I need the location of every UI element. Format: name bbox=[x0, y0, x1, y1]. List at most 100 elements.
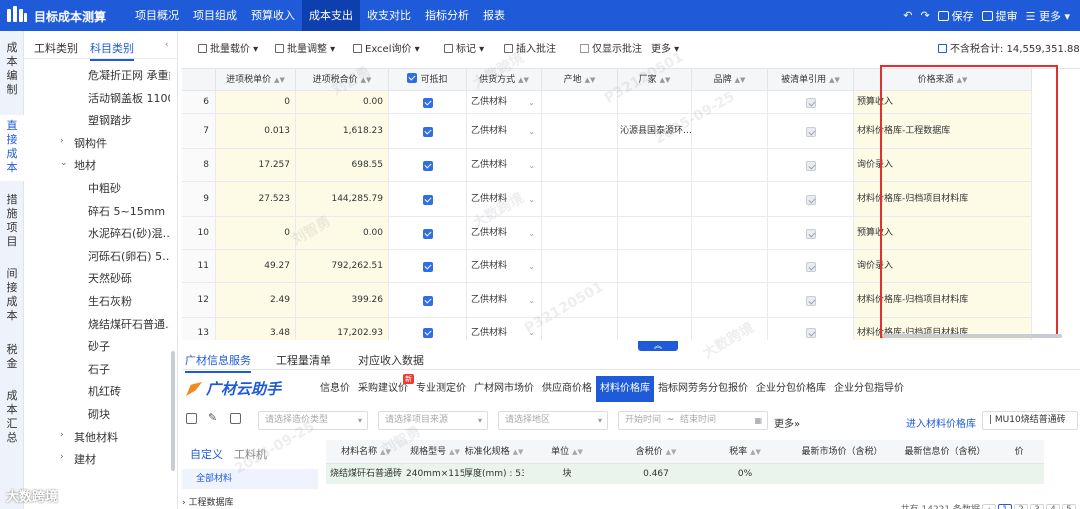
grid-cell-total-tax[interactable]: 144,285.79 bbox=[296, 182, 389, 217]
tab-income-data[interactable]: 对应收入数据 bbox=[358, 352, 424, 368]
material-header-cell[interactable]: 最新信息价（含税） bbox=[896, 440, 994, 464]
grid-cell-total-tax[interactable]: 698.55 bbox=[296, 149, 389, 182]
dropdown-arrow-icon[interactable]: ⌄ bbox=[528, 114, 535, 148]
tree-node[interactable]: 烧结煤矸石普通… bbox=[88, 316, 170, 332]
sort-icon[interactable]: ▲▼ bbox=[666, 448, 677, 456]
sort-icon[interactable]: ▲▼ bbox=[735, 69, 746, 90]
batch-price-button[interactable]: 批量载价 ▾ bbox=[198, 40, 258, 55]
dropdown-arrow-icon[interactable]: ⌄ bbox=[528, 283, 535, 317]
grid-header-cell[interactable]: 供货方式 ▲▼ bbox=[467, 69, 542, 91]
sort-icon[interactable]: ▲▼ bbox=[829, 69, 840, 90]
sort-icon[interactable]: ▲▼ bbox=[274, 69, 285, 90]
grid-cell-maker[interactable] bbox=[618, 182, 692, 217]
tree-scrollbar[interactable] bbox=[171, 351, 175, 471]
grid-cell-deductible[interactable] bbox=[389, 91, 467, 114]
grid-header-cell[interactable]: 进项税单价 ▲▼ bbox=[216, 69, 296, 91]
source-tab[interactable]: 广材网市场价 bbox=[470, 376, 538, 402]
grid-header-cell[interactable]: 产地 ▲▼ bbox=[542, 69, 618, 91]
dropdown-arrow-icon[interactable]: ⌄ bbox=[528, 182, 535, 216]
tree-node[interactable]: 碎石 5~15mm bbox=[88, 203, 170, 219]
row-checkbox[interactable] bbox=[423, 262, 433, 272]
tree-node[interactable]: 河砾石(卵石) 5… bbox=[88, 248, 170, 264]
material-cell[interactable] bbox=[896, 464, 994, 484]
excel-price-button[interactable]: Excel询价 ▾ bbox=[353, 40, 420, 55]
grid-cell-deductible[interactable] bbox=[389, 182, 467, 217]
engineering-db-item[interactable]: › 工程数据库 bbox=[182, 495, 233, 508]
rail-item-cost-compile[interactable]: 成本编制 bbox=[0, 41, 24, 97]
tree-node[interactable]: 水泥碎石(砂)混… bbox=[88, 225, 170, 241]
grid-header-cell[interactable]: 被清单引用 ▲▼ bbox=[768, 69, 854, 91]
grid-cell-unit-tax[interactable]: 27.523 bbox=[216, 182, 296, 217]
grid-cell-origin[interactable] bbox=[542, 114, 618, 149]
grid-cell-price-source[interactable]: 询价录入 bbox=[854, 149, 1032, 182]
rail-item-summary[interactable]: 成本汇总 bbox=[0, 389, 24, 445]
only-notes-toggle[interactable]: 仅显示批注 bbox=[580, 40, 642, 55]
tree-node[interactable]: 中粗砂 bbox=[88, 180, 170, 196]
tree-node[interactable]: 活动钢盖板 1100*… bbox=[88, 90, 170, 106]
sort-icon[interactable]: ▲▼ bbox=[518, 69, 529, 90]
grid-cell-maker[interactable] bbox=[618, 91, 692, 114]
grid-cell-no[interactable]: 9 bbox=[182, 182, 216, 217]
chevron-icon[interactable]: › bbox=[60, 452, 64, 462]
grid-cell-supply[interactable]: 乙供材料 ⌄ bbox=[467, 250, 542, 283]
list-icon[interactable] bbox=[186, 413, 197, 424]
tree-node[interactable]: 危凝折正网 承重能… bbox=[88, 67, 170, 83]
grid-header-cell[interactable]: 品牌 ▲▼ bbox=[692, 69, 768, 91]
material-header-cell[interactable]: 价 bbox=[994, 440, 1044, 464]
grid-cell-no[interactable]: 12 bbox=[182, 283, 216, 318]
tree-node[interactable]: 天然砂砾 bbox=[88, 270, 170, 286]
grid-cell-unit-tax[interactable]: 0.013 bbox=[216, 114, 296, 149]
material-header-cell[interactable]: 材料名称 ▲▼ bbox=[326, 440, 406, 464]
grid-cell-maker[interactable]: 沁源县国泰源环… bbox=[618, 114, 692, 149]
sort-icon[interactable]: ▲▼ bbox=[572, 448, 583, 456]
row-checkbox[interactable] bbox=[423, 161, 433, 171]
price-type-select[interactable]: 请选择造价类型 ▾ bbox=[258, 411, 368, 430]
grid-cell-unit-tax[interactable]: 2.49 bbox=[216, 283, 296, 318]
grid-cell-deductible[interactable] bbox=[389, 217, 467, 250]
rail-item-measures[interactable]: 措施项目 bbox=[0, 193, 24, 249]
sort-icon[interactable]: ▲▼ bbox=[957, 69, 968, 90]
grid-cell-price-source[interactable]: 预算收入 bbox=[854, 91, 1032, 114]
grid-header-cell[interactable] bbox=[182, 69, 216, 91]
source-tab[interactable]: 专业测定价 bbox=[412, 376, 470, 402]
sort-icon[interactable]: ▲▼ bbox=[750, 448, 761, 456]
region-select[interactable]: 请选择地区 ▾ bbox=[498, 411, 608, 430]
grid-cell-total-tax[interactable]: 1,618.23 bbox=[296, 114, 389, 149]
dropdown-arrow-icon[interactable]: ⌄ bbox=[528, 91, 535, 113]
grid-cell-maker[interactable] bbox=[618, 250, 692, 283]
sort-icon[interactable]: ▲▼ bbox=[513, 448, 524, 456]
dropdown-arrow-icon[interactable]: ⌄ bbox=[528, 250, 535, 282]
material-cell[interactable]: 0.467 bbox=[610, 464, 702, 484]
toolbar-more-button[interactable]: 更多 ▾ bbox=[651, 40, 679, 55]
chevron-icon[interactable]: › bbox=[60, 430, 64, 440]
grid-cell-deductible[interactable] bbox=[389, 250, 467, 283]
open-price-library-link[interactable]: 进入材料价格库 bbox=[906, 415, 976, 430]
grid-header-cell[interactable]: 进项税合价 ▲▼ bbox=[296, 69, 389, 91]
material-cell[interactable]: 烧结煤矸石普通砖 bbox=[326, 464, 406, 484]
more-button[interactable]: ☰ 更多 ▾ bbox=[1026, 8, 1070, 24]
submit-button[interactable]: 提审 bbox=[981, 8, 1018, 24]
grid-cell-unit-tax[interactable]: 0 bbox=[216, 217, 296, 250]
material-cell[interactable] bbox=[788, 464, 896, 484]
material-header-cell[interactable]: 含税价 ▲▼ bbox=[610, 440, 702, 464]
grid-cell-origin[interactable] bbox=[542, 182, 618, 217]
tree-node[interactable]: 生石灰粉 bbox=[88, 293, 170, 309]
sort-icon[interactable]: ▲▼ bbox=[380, 448, 391, 456]
material-cell[interactable]: 厚度(mm) : 53 | … bbox=[464, 464, 524, 484]
grid-cell-unit-tax[interactable]: 49.27 bbox=[216, 250, 296, 283]
dropdown-arrow-icon[interactable]: ⌄ bbox=[528, 149, 535, 181]
page-button[interactable]: 3 bbox=[1030, 504, 1044, 509]
page-button[interactable]: ‹ bbox=[982, 504, 996, 509]
project-source-select[interactable]: 请选择项目来源 ▾ bbox=[378, 411, 488, 430]
nav-item[interactable]: 项目组成 bbox=[186, 0, 244, 31]
page-button[interactable]: 5 bbox=[1062, 504, 1076, 509]
chevron-icon[interactable]: › bbox=[60, 136, 64, 146]
current-material-field[interactable]: | MU10烧结普通砖 bbox=[982, 411, 1078, 430]
tab-material-type[interactable]: 工料类别 bbox=[34, 40, 78, 56]
grid-cell-total-tax[interactable]: 0.00 bbox=[296, 217, 389, 250]
sort-icon[interactable]: ▲▼ bbox=[660, 69, 671, 90]
grid-cell-origin[interactable] bbox=[542, 250, 618, 283]
grid-cell-no[interactable]: 11 bbox=[182, 250, 216, 283]
grid-cell-deductible[interactable] bbox=[389, 283, 467, 318]
grid-cell-referenced[interactable] bbox=[768, 91, 854, 114]
